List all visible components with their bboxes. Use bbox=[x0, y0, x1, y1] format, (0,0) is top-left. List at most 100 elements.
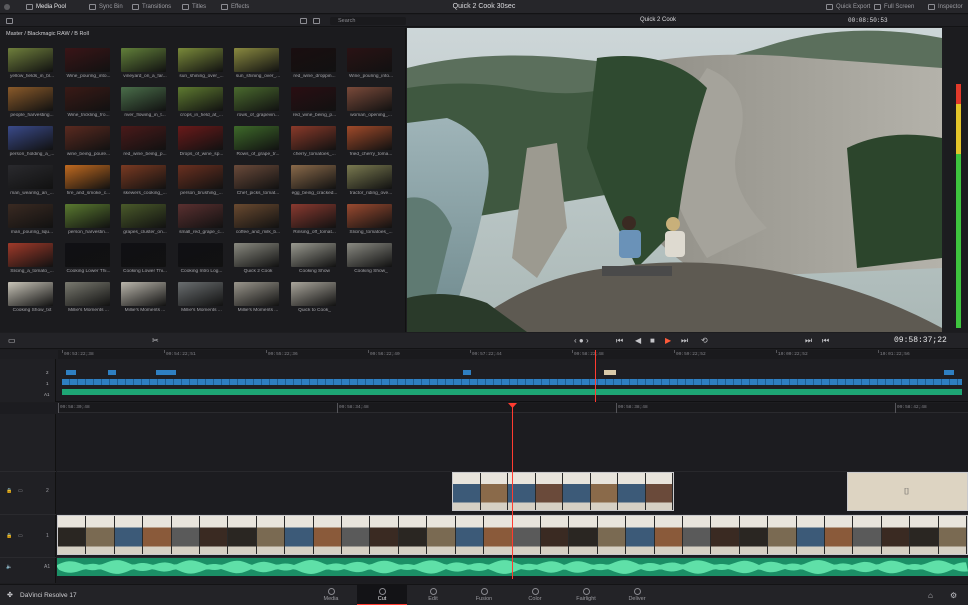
upper-playhead[interactable] bbox=[595, 350, 596, 402]
loop-icon[interactable]: ⟲ bbox=[701, 337, 708, 345]
v2-clip[interactable] bbox=[452, 472, 674, 511]
page-tab-deliver[interactable]: Deliver bbox=[612, 585, 662, 605]
page-tab-fusion[interactable]: Fusion bbox=[459, 585, 509, 605]
media-clip[interactable]: cherry_tomatoes_... bbox=[290, 126, 339, 157]
list-view-icon[interactable] bbox=[313, 18, 320, 24]
upper-v2-clip[interactable] bbox=[156, 370, 176, 375]
media-clip[interactable]: Slicing_tomatoes_... bbox=[347, 204, 395, 235]
media-clip[interactable]: fried_cherry_toma... bbox=[347, 126, 395, 157]
prev-edit-icon[interactable]: ‹ ● › bbox=[574, 337, 589, 345]
media-clip[interactable]: grapes_cluster_on... bbox=[121, 204, 169, 235]
media-clip[interactable]: Millie's Moments ... bbox=[234, 282, 282, 313]
media-clip[interactable]: Cooking Intro Log... bbox=[177, 243, 226, 274]
media-clip[interactable]: red_wine_being_p... bbox=[121, 126, 169, 157]
media-clip[interactable]: yellow_fields_in_bl... bbox=[8, 48, 56, 79]
media-clip[interactable]: wine_being_poure... bbox=[64, 126, 113, 157]
media-clip[interactable]: Cooking Show_ bbox=[347, 243, 395, 274]
media-clip[interactable]: rows_of_grapevin... bbox=[234, 87, 282, 118]
upper-v1-track[interactable] bbox=[62, 379, 962, 385]
viewer-source-name[interactable]: Quick 2 Cook bbox=[640, 17, 676, 23]
media-clip[interactable]: person_brushing_... bbox=[177, 165, 226, 196]
media-clip[interactable]: sun_shining_over_... bbox=[234, 48, 282, 79]
prev-clip-icon[interactable]: ⏮ bbox=[822, 337, 829, 345]
media-clip[interactable]: river_flowing_in_t... bbox=[121, 87, 169, 118]
v2-title-clip[interactable]: ⌷ bbox=[847, 472, 968, 511]
media-clip[interactable]: Slicing_a_tomato_... bbox=[8, 243, 56, 274]
search-input[interactable]: Search bbox=[330, 17, 406, 25]
media-pool-button[interactable]: Media Pool bbox=[26, 2, 66, 12]
media-clip[interactable]: skewers_cooking_... bbox=[121, 165, 169, 196]
media-clip[interactable]: sun_shining_over_... bbox=[177, 48, 226, 79]
upper-v2-clip[interactable] bbox=[108, 370, 116, 375]
media-clip[interactable]: Quick 2 Cook bbox=[234, 243, 282, 274]
media-clip[interactable]: Chef_picks_tomat... bbox=[234, 165, 282, 196]
sync-bin-button[interactable]: Sync Bin bbox=[89, 2, 123, 12]
quick-export-button[interactable]: Quick Export bbox=[826, 2, 870, 12]
media-clip[interactable]: man_pouring_liqu... bbox=[8, 204, 56, 235]
viewer[interactable] bbox=[407, 28, 942, 332]
page-tab-color[interactable]: Color bbox=[510, 585, 560, 605]
reverse-play-icon[interactable]: ◀ bbox=[635, 337, 641, 345]
media-clip[interactable]: person_holding_a_... bbox=[8, 126, 56, 157]
go-start-icon[interactable]: ⏮ bbox=[616, 337, 623, 345]
media-clip[interactable]: vineyard_on_a_far... bbox=[121, 48, 169, 79]
full-timeline[interactable]: 09:53:22;38 09:54:22;51 09:55:22;36 09:56:2… bbox=[0, 350, 968, 402]
upper-timeline-ruler[interactable]: 09:53:22;38 09:54:22;51 09:55:22;36 09:56:2… bbox=[58, 350, 968, 359]
media-clip[interactable]: person_harvestin... bbox=[64, 204, 113, 235]
lower-playhead[interactable] bbox=[512, 403, 513, 579]
tools-icon[interactable]: ▭ bbox=[8, 337, 16, 345]
media-clip[interactable]: Quick to Cook_ bbox=[290, 282, 339, 313]
media-clip[interactable]: Cooking Lower Thi... bbox=[64, 243, 113, 274]
media-clip[interactable]: crops_in_field_at_... bbox=[177, 87, 226, 118]
page-tab-edit[interactable]: Edit bbox=[408, 585, 458, 605]
media-clip[interactable]: Cooking Lower Thi... bbox=[121, 243, 169, 274]
page-tab-media[interactable]: Media bbox=[306, 585, 356, 605]
full-screen-button[interactable]: Full Screen bbox=[874, 2, 914, 12]
speaker-icon[interactable]: 🔈 bbox=[6, 564, 12, 570]
media-clip[interactable]: Rinsing_off_tomat... bbox=[290, 204, 339, 235]
window-close-icon[interactable] bbox=[4, 4, 10, 10]
upper-a1-track[interactable] bbox=[62, 389, 962, 395]
media-clip[interactable]: Wine_pouring_into... bbox=[347, 48, 395, 79]
media-clip[interactable]: small_red_grape_c... bbox=[177, 204, 226, 235]
eye-icon[interactable]: ▭ bbox=[18, 533, 23, 539]
media-clip[interactable]: red_wine_being_p... bbox=[290, 87, 339, 118]
upper-v2-clip[interactable] bbox=[944, 370, 954, 375]
media-clip[interactable]: red_wine_droppin... bbox=[290, 48, 339, 79]
media-clip[interactable]: Cooking Show_txt bbox=[8, 282, 56, 313]
upper-v2-clip[interactable] bbox=[604, 370, 616, 375]
media-clip[interactable]: people_harvesting... bbox=[8, 87, 56, 118]
stop-icon[interactable]: ■ bbox=[650, 337, 655, 345]
next-clip-icon[interactable]: ⏭ bbox=[805, 337, 812, 345]
home-icon[interactable]: ⌂ bbox=[928, 591, 933, 600]
lock-icon[interactable]: 🔒 bbox=[6, 488, 12, 494]
effects-button[interactable]: Effects bbox=[221, 2, 249, 12]
media-clip[interactable]: Wine_pouring_into... bbox=[64, 48, 113, 79]
media-clip[interactable]: woman_opening_... bbox=[347, 87, 395, 118]
media-clip[interactable]: fire_and_smoke_c... bbox=[64, 165, 113, 196]
media-clip[interactable]: man_wearing_an_... bbox=[8, 165, 56, 196]
media-clip[interactable]: Drops_of_wine_sp... bbox=[177, 126, 226, 157]
media-clip[interactable]: tractor_riding_ove... bbox=[347, 165, 395, 196]
transitions-button[interactable]: Transitions bbox=[132, 2, 171, 12]
settings-icon[interactable]: ⚙ bbox=[950, 591, 957, 600]
media-clip[interactable]: coffee_and_milk_b... bbox=[234, 204, 282, 235]
play-icon[interactable]: ▶ bbox=[665, 337, 671, 345]
media-clip[interactable]: egg_being_cracked... bbox=[290, 165, 339, 196]
scissors-icon[interactable]: ✂ bbox=[152, 337, 159, 345]
upper-v2-clip[interactable] bbox=[463, 370, 471, 375]
lock-icon[interactable]: 🔒 bbox=[6, 533, 12, 539]
page-tab-cut[interactable]: Cut bbox=[357, 585, 407, 605]
media-clip[interactable]: Millie's Moments ... bbox=[177, 282, 226, 313]
media-clip[interactable]: Cooking Show bbox=[290, 243, 339, 274]
media-clip[interactable]: Rows_of_grape_tr... bbox=[234, 126, 282, 157]
titles-button[interactable]: Titles bbox=[182, 2, 206, 12]
media-clip[interactable]: Millie's Moments ... bbox=[64, 282, 113, 313]
grid-view-icon[interactable] bbox=[300, 18, 307, 24]
inspector-button[interactable]: Inspector bbox=[928, 2, 963, 12]
eye-icon[interactable]: ▭ bbox=[18, 488, 23, 494]
sidebar-toggle-icon[interactable] bbox=[6, 18, 13, 24]
page-tab-fairlight[interactable]: Fairlight bbox=[561, 585, 611, 605]
go-end-icon[interactable]: ⏭ bbox=[681, 337, 688, 345]
detail-timeline[interactable]: 09:58:30;48 09:58:34;48 09:58:38;48 09:58:4… bbox=[0, 403, 968, 583]
